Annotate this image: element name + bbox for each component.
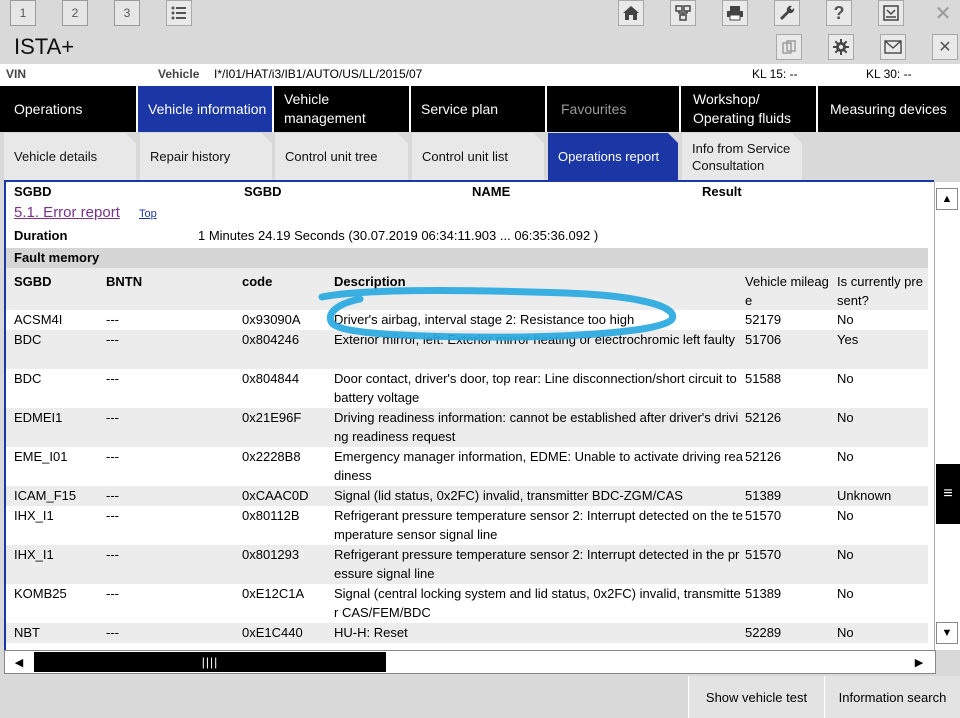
report-content: SGBD SGBD NAME Result 5.1. Error report … <box>4 180 934 650</box>
gear-icon[interactable] <box>828 34 854 60</box>
information-search-button[interactable]: Information search <box>824 676 960 718</box>
copy-icon-glyph <box>782 40 796 54</box>
session-tab-1[interactable]: 1 <box>10 0 36 26</box>
vertical-scrollbar[interactable] <box>934 182 960 650</box>
nav-vehicle-information[interactable]: Vehicle information <box>138 86 274 132</box>
printer-icon[interactable] <box>722 0 748 26</box>
gear-icon-glyph <box>833 39 849 55</box>
horizontal-scroll-thumb[interactable]: |||| <box>34 652 386 672</box>
close-icon[interactable]: ✕ <box>930 0 956 26</box>
network-icon-glyph <box>675 5 691 21</box>
tab-operations-report[interactable]: Operations report <box>548 133 678 180</box>
vin-label: VIN <box>6 67 27 81</box>
printer-icon-glyph <box>727 6 743 21</box>
scroll-up-button[interactable]: ▲ <box>936 188 958 210</box>
vehicle-label: Vehicle <box>158 67 200 81</box>
close-icon[interactable]: ✕ <box>932 34 958 60</box>
nav-measuring-devices[interactable]: Measuring devices <box>818 86 960 132</box>
top-toolbar <box>0 0 960 28</box>
scroll-left-button[interactable]: ◀ <box>8 652 30 672</box>
list-icon-glyph <box>171 6 186 20</box>
kl30-status: KL 30: -- <box>866 67 912 81</box>
vertical-scroll-thumb[interactable]: ≡ <box>936 464 960 524</box>
nav-operations[interactable]: Operations <box>0 86 138 132</box>
download-icon-glyph <box>883 5 899 21</box>
network-icon[interactable] <box>670 0 696 26</box>
mail-icon-glyph <box>884 40 902 54</box>
nav-vehicle-management[interactable]: Vehicle management <box>274 86 411 132</box>
app-title: ISTA+ <box>14 34 75 59</box>
copy-icon[interactable] <box>776 34 802 60</box>
home-icon-glyph <box>623 6 639 20</box>
app-header <box>0 28 960 64</box>
tab-control-unit-list[interactable]: Control unit list <box>412 133 544 180</box>
list-icon[interactable] <box>166 0 192 26</box>
nav-workshop-operating-fluids[interactable]: Workshop/ Operating fluids <box>681 86 818 132</box>
show-vehicle-test-button[interactable]: Show vehicle test <box>688 676 824 718</box>
mail-icon[interactable] <box>880 34 906 60</box>
annotation-ellipse <box>318 286 677 341</box>
vehicle-info-bar: VIN Vehicle I*/I01/HAT/i3/IB1/AUTO/US/LL… <box>0 64 960 86</box>
help-icon[interactable]: ? <box>826 0 852 26</box>
download-icon[interactable] <box>878 0 904 26</box>
session-tab-3[interactable]: 3 <box>114 0 140 26</box>
tab-repair-history[interactable]: Repair history <box>140 133 272 180</box>
wrench-icon-glyph <box>780 5 795 20</box>
nav-favourites[interactable]: Favourites <box>547 86 681 132</box>
session-tab-2[interactable]: 2 <box>62 0 88 26</box>
wrench-icon[interactable] <box>774 0 800 26</box>
tab-info-from-service-consultation[interactable]: Info from Service Consultation <box>682 133 802 180</box>
scroll-right-button[interactable]: ▶ <box>908 652 930 672</box>
tab-control-unit-tree[interactable]: Control unit tree <box>275 133 408 180</box>
nav-service-plan[interactable]: Service plan <box>411 86 547 132</box>
kl15-status: KL 15: -- <box>752 67 798 81</box>
home-icon[interactable] <box>618 0 644 26</box>
scroll-down-button[interactable]: ▼ <box>936 622 958 644</box>
vehicle-value: I*/I01/HAT/i3/IB1/AUTO/US/LL/2015/07 <box>214 67 423 81</box>
tab-vehicle-details[interactable]: Vehicle details <box>4 133 136 180</box>
